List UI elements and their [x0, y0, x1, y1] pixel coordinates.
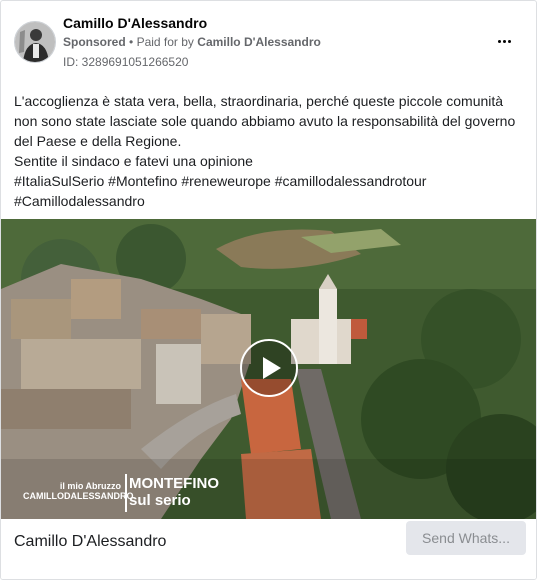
post-footer: Camillo D'Alessandro Send Whats...: [1, 519, 536, 579]
avatar[interactable]: [14, 21, 56, 63]
author-name[interactable]: Camillo D'Alessandro: [63, 15, 207, 31]
sponsored-label[interactable]: Sponsored: [63, 35, 126, 49]
play-icon[interactable]: [240, 339, 298, 397]
post-header: Camillo D'Alessandro Sponsored • Paid fo…: [1, 1, 536, 81]
hashtag-links[interactable]: #ItaliaSulSerio #Montefino #reneweurope …: [14, 173, 426, 189]
video-overlay-caption: il mio Abruzzo CAMILLODALESSANDRO: [23, 481, 134, 501]
footer-author-name[interactable]: Camillo D'Alessandro: [14, 533, 166, 551]
video-thumbnail[interactable]: il mio Abruzzo CAMILLODALESSANDRO MONTEF…: [1, 219, 536, 519]
video-overlay-title: MONTEFINO sul serio: [129, 475, 219, 509]
hashtag-link[interactable]: #Camillodalessandro: [14, 193, 145, 209]
send-whatsapp-button[interactable]: Send Whats...: [406, 521, 526, 555]
sponsored-meta: Sponsored • Paid for by Camillo D'Alessa…: [63, 35, 321, 49]
overlay-line: il mio Abruzzo: [59, 481, 121, 491]
more-horizontal-icon[interactable]: [492, 31, 516, 51]
overlay-line: CAMILLODALESSANDRO: [23, 491, 134, 501]
hashtags: #Camillodalessandro: [14, 191, 526, 211]
overlay-divider: [125, 474, 127, 512]
post-text-line: Sentite il sindaco e fatevi una opinione: [14, 153, 253, 169]
hashtags: #ItaliaSulSerio #Montefino #reneweurope …: [14, 171, 526, 191]
overlay-title-line: MONTEFINO: [129, 475, 219, 492]
ad-id: ID: 3289691051266520: [63, 55, 189, 69]
paid-for-name: Camillo D'Alessandro: [197, 35, 321, 49]
post-text: L'accoglienza è stata vera, bella, strao…: [14, 91, 526, 211]
ad-card: Camillo D'Alessandro Sponsored • Paid fo…: [0, 0, 537, 580]
post-text-line: L'accoglienza è stata vera, bella, strao…: [14, 93, 516, 149]
paid-for-prefix: Paid for by: [136, 35, 194, 49]
separator: •: [129, 35, 137, 49]
overlay-title-line: sul serio: [129, 492, 191, 509]
